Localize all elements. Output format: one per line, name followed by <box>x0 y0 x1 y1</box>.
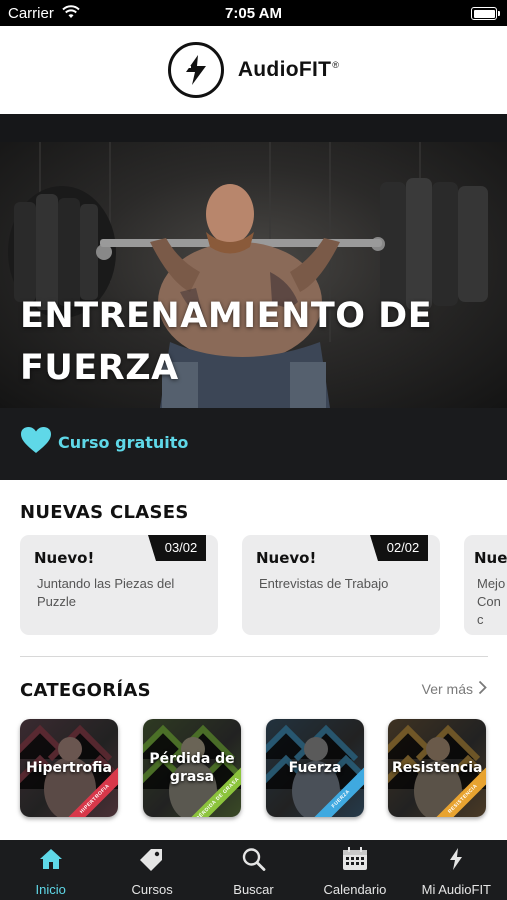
tab-buscar[interactable]: Buscar <box>203 840 304 900</box>
class-date: 03/02 <box>148 535 206 561</box>
tag-icon <box>139 847 165 876</box>
class-card[interactable]: Nuevo! 03/02 Juntando las Piezas del Puz… <box>20 535 218 635</box>
class-title: Juntando las Piezas del Puzzle <box>37 576 175 609</box>
new-badge: Nuevo! <box>256 549 317 567</box>
category-name: Fuerza <box>288 760 342 776</box>
tab-label: Mi AudioFIT <box>421 882 491 897</box>
app-header: AudioFIT® <box>0 26 507 114</box>
tab-cursos[interactable]: Cursos <box>101 840 202 900</box>
free-course-label: Curso gratuito <box>58 433 189 452</box>
tab-label: Cursos <box>131 882 173 897</box>
tab-calendario[interactable]: Calendario <box>304 840 405 900</box>
section-divider <box>20 656 488 657</box>
status-bar: Carrier 7:05 AM <box>0 0 507 26</box>
new-classes-title: NUEVAS CLASES <box>20 502 189 523</box>
hero-title: ENTRENAMIENTO DE FUERZA <box>20 296 433 388</box>
new-badge: Nue <box>474 549 507 567</box>
categories-title: CATEGORÍAS <box>20 680 151 701</box>
featured-course-banner[interactable]: ENTRENAMIENTO DE FUERZA Curso gratuito <box>0 114 507 480</box>
calendar-icon <box>342 847 368 876</box>
tab-label: Inicio <box>35 882 66 897</box>
see-more-label: Ver más <box>421 681 473 697</box>
new-badge: Nuevo! <box>34 549 95 567</box>
class-date: 02/02 <box>370 535 428 561</box>
class-title: Mejo Conc <box>477 576 506 627</box>
brand-text: AudioFIT <box>237 58 332 81</box>
bolt-logo-icon <box>167 42 224 98</box>
home-icon <box>38 847 64 876</box>
category-tile-perdida-de-grasa[interactable]: Pérdida de grasa PÉRDIDA DE GRASA <box>143 719 241 817</box>
registered-mark: ® <box>332 60 340 70</box>
chevron-right-icon <box>473 680 487 698</box>
clock: 7:05 AM <box>225 5 282 22</box>
tab-inicio[interactable]: Inicio <box>0 840 101 900</box>
category-tile-resistencia[interactable]: Resistencia RESISTENCIA <box>388 719 486 817</box>
bottom-tab-bar: Inicio Cursos Buscar Calendario Mi Audio… <box>0 840 507 900</box>
brand-name: AudioFIT® <box>238 58 339 82</box>
bolt-icon <box>443 847 469 876</box>
search-icon <box>241 847 267 876</box>
free-course-badge: Curso gratuito <box>20 426 188 459</box>
class-card[interactable]: Nue Mejo Conc <box>464 535 507 635</box>
class-card[interactable]: Nuevo! 02/02 Entrevistas de Trabajo <box>242 535 440 635</box>
tab-mi-audiofit[interactable]: Mi AudioFIT <box>406 840 507 900</box>
class-title: Entrevistas de Trabajo <box>259 576 389 591</box>
category-tile-hipertrofia[interactable]: Hipertrofia HIPERTROFIA <box>20 719 118 817</box>
tab-label: Calendario <box>323 882 387 897</box>
categories-carousel[interactable]: Hipertrofia HIPERTROFIA Pérdida de grasa… <box>20 719 507 819</box>
category-tile-fuerza[interactable]: Fuerza FUERZA <box>266 719 364 817</box>
see-more-link[interactable]: Ver más <box>422 680 487 698</box>
tab-label: Buscar <box>233 882 274 897</box>
category-name: Resistencia <box>392 760 483 776</box>
category-name: Hipertrofia <box>26 760 112 776</box>
heart-icon <box>20 426 52 459</box>
new-classes-carousel[interactable]: Nuevo! 03/02 Juntando las Piezas del Puz… <box>20 535 507 635</box>
battery-icon <box>471 7 500 20</box>
